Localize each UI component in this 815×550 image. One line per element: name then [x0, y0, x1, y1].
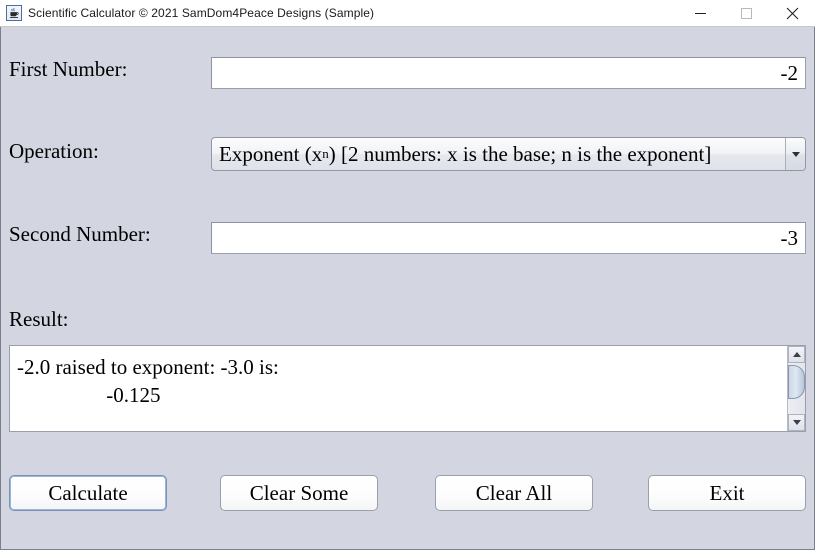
- close-icon[interactable]: [769, 0, 815, 27]
- operation-value-prefix: Exponent (x: [219, 141, 323, 166]
- scrollbar-track[interactable]: [788, 363, 805, 414]
- window-controls: [677, 0, 815, 27]
- calculate-button[interactable]: Calculate: [9, 475, 167, 511]
- clear-some-button[interactable]: Clear Some: [220, 475, 378, 511]
- result-line-1: -2.0 raised to exponent: -3.0 is:: [17, 355, 279, 379]
- operation-combobox[interactable]: Exponent (x n) [2 numbers: x is the base;…: [211, 137, 806, 171]
- maximize-icon[interactable]: [723, 0, 769, 27]
- window-title: Scientific Calculator © 2021 SamDom4Peac…: [28, 6, 375, 20]
- clear-all-button[interactable]: Clear All: [435, 475, 593, 511]
- minimize-icon[interactable]: [677, 0, 723, 27]
- result-text: -2.0 raised to exponent: -3.0 is: -0.125: [10, 346, 787, 431]
- first-number-label: First Number:: [9, 57, 128, 81]
- second-number-label: Second Number:: [9, 222, 151, 246]
- calculator-panel: First Number: -2 Operation: Exponent (x n…: [0, 27, 815, 550]
- result-line-2: -0.125: [17, 383, 161, 408]
- second-number-input[interactable]: -3: [211, 222, 806, 254]
- exit-button[interactable]: Exit: [648, 475, 806, 511]
- java-coffee-cup-icon: [6, 5, 22, 21]
- result-label: Result:: [9, 307, 69, 331]
- first-number-input[interactable]: -2: [211, 57, 806, 89]
- result-scrollbar[interactable]: [787, 346, 805, 431]
- scroll-down-arrow-icon[interactable]: [788, 414, 805, 431]
- scroll-up-arrow-icon[interactable]: [788, 346, 805, 363]
- chevron-down-icon[interactable]: [785, 138, 805, 170]
- result-textarea[interactable]: -2.0 raised to exponent: -3.0 is: -0.125: [9, 345, 806, 432]
- scrollbar-thumb[interactable]: [788, 365, 805, 399]
- operation-label: Operation:: [9, 139, 99, 163]
- title-bar: Scientific Calculator © 2021 SamDom4Peac…: [0, 0, 815, 27]
- operation-value-suffix: ) [2 numbers: x is the base; n is the ex…: [328, 141, 712, 166]
- application-window: Scientific Calculator © 2021 SamDom4Peac…: [0, 0, 815, 550]
- operation-selected-value: Exponent (x n) [2 numbers: x is the base;…: [219, 141, 712, 166]
